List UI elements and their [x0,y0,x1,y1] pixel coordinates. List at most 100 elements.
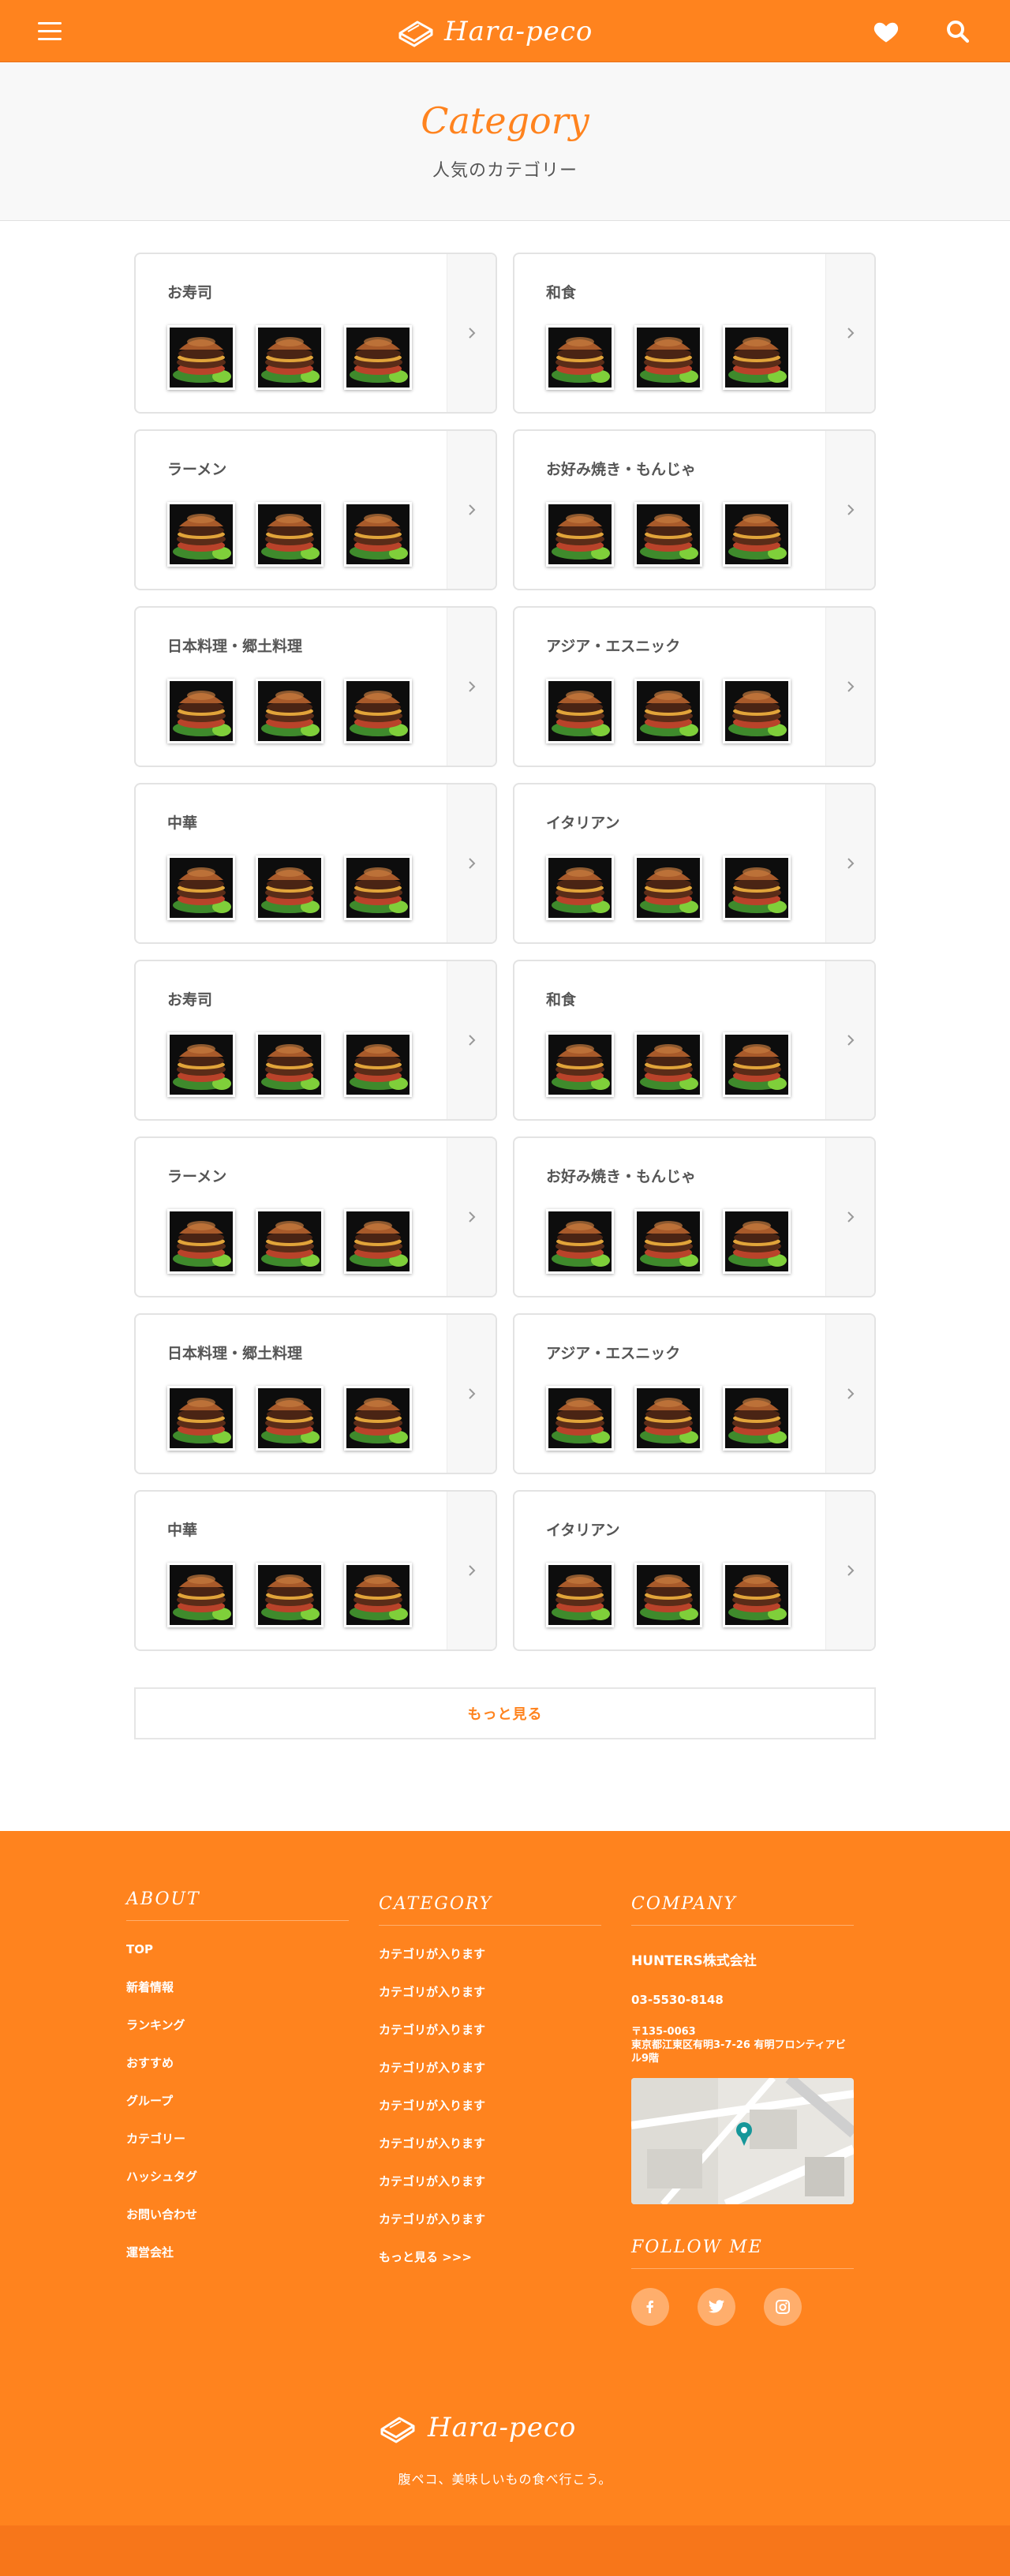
chevron-right-icon[interactable] [447,608,496,766]
footer-category-link[interactable]: カテゴリが入ります [379,2211,601,2249]
food-thumbnail [546,679,614,743]
footer-about-link[interactable]: カテゴリー [126,2131,349,2169]
chevron-right-icon[interactable] [825,1492,874,1649]
category-card[interactable]: 日本料理・郷土料理 [134,1313,497,1474]
facebook-icon[interactable] [631,2288,669,2326]
category-card[interactable]: 和食 [513,960,876,1121]
category-card[interactable]: 日本料理・郷土料理 [134,606,497,767]
category-card-title: お好み焼き・もんじゃ [546,1168,697,1185]
food-thumbnail [634,325,702,390]
footer-about-link[interactable]: 運営会社 [126,2245,349,2282]
footer-about-link[interactable]: 新着情報 [126,1979,349,2017]
chevron-right-icon[interactable] [825,254,874,412]
category-thumbnails [546,1386,791,1451]
category-card[interactable]: お寿司 [134,253,497,414]
footer-category-link[interactable]: カテゴリが入ります [379,2022,601,2060]
footer-company-heading: COMPANY [631,1894,854,1926]
food-thumbnail [256,1563,324,1627]
logo-text: Hara-peco [444,16,593,47]
chevron-right-icon[interactable] [825,431,874,589]
category-card[interactable]: ラーメン [134,429,497,590]
twitter-icon[interactable] [698,2288,735,2326]
food-thumbnail [167,1386,235,1451]
page-subtitle: 人気のカテゴリー [432,161,578,181]
category-card-title: アジア・エスニック [546,638,681,655]
chevron-right-icon[interactable] [825,608,874,766]
category-card[interactable]: お好み焼き・もんじゃ [513,1136,876,1297]
category-card[interactable]: イタリアン [513,783,876,944]
chevron-right-icon[interactable] [447,431,496,589]
category-card[interactable]: 中華 [134,1490,497,1651]
category-card[interactable]: 中華 [134,783,497,944]
search-icon[interactable] [944,17,972,46]
footer-about-link[interactable]: おすすめ [126,2055,349,2093]
company-map[interactable] [631,2078,854,2204]
category-card[interactable]: アジア・エスニック [513,1313,876,1474]
food-thumbnail [634,1386,702,1451]
category-card[interactable]: ラーメン [134,1136,497,1297]
footer-logo[interactable]: Hara-peco [379,2412,576,2443]
category-card[interactable]: アジア・エスニック [513,606,876,767]
chevron-right-icon[interactable] [825,961,874,1119]
category-thumbnails [167,856,412,920]
food-thumbnail [634,856,702,920]
food-thumbnail [256,1032,324,1097]
food-thumbnail [344,1032,412,1097]
category-card-title: お好み焼き・もんじゃ [546,461,697,478]
category-thumbnails [546,1563,791,1627]
chevron-right-icon[interactable] [447,1492,496,1649]
chevron-right-icon[interactable] [825,1315,874,1473]
chevron-right-icon[interactable] [447,784,496,942]
category-card-title: 和食 [546,991,577,1009]
footer-about-link[interactable]: TOP [126,1941,349,1979]
category-thumbnails [546,1209,791,1274]
heart-icon[interactable] [872,17,900,46]
chevron-right-icon[interactable] [825,1138,874,1296]
food-thumbnail [723,679,791,743]
footer-category-link[interactable]: カテゴリが入ります [379,2136,601,2174]
footer-about-link[interactable]: グループ [126,2093,349,2131]
hamburger-menu-icon[interactable] [38,21,63,43]
food-thumbnail [256,679,324,743]
category-card-title: ラーメン [167,1168,227,1185]
category-thumbnails [546,325,791,390]
food-thumbnail [634,502,702,567]
footer-category: CATEGORY カテゴリが入ります カテゴリが入ります カテゴリが入ります カテゴリ… [379,1894,601,2287]
footer-category-link[interactable]: カテゴリが入ります [379,2060,601,2098]
footer-about-link[interactable]: ハッシュタグ [126,2169,349,2207]
food-thumbnail [256,502,324,567]
chevron-right-icon[interactable] [447,1315,496,1473]
chevron-right-icon[interactable] [825,784,874,942]
footer-category-link[interactable]: カテゴリが入ります [379,1946,601,1984]
food-thumbnail [723,325,791,390]
category-thumbnails [546,502,791,567]
category-card-title: 中華 [167,1522,198,1539]
footer-about-link[interactable]: お問い合わせ [126,2207,349,2245]
footer-category-link[interactable]: カテゴリが入ります [379,2174,601,2211]
food-thumbnail [634,1032,702,1097]
footer-category-link[interactable]: もっと見る >>> [379,2249,601,2287]
category-card[interactable]: 和食 [513,253,876,414]
food-thumbnail [256,1209,324,1274]
category-card[interactable]: イタリアン [513,1490,876,1651]
category-card[interactable]: お寿司 [134,960,497,1121]
food-thumbnail [546,1209,614,1274]
footer-about-link[interactable]: ランキング [126,2017,349,2055]
more-button[interactable]: もっと見る [134,1687,876,1739]
site-logo[interactable]: Hara-peco [397,13,593,51]
chevron-right-icon[interactable] [447,1138,496,1296]
food-thumbnail [167,856,235,920]
instagram-icon[interactable] [764,2288,802,2326]
category-card[interactable]: お好み焼き・もんじゃ [513,429,876,590]
category-card-title: 日本料理・郷土料理 [167,1345,303,1362]
food-thumbnail [723,502,791,567]
footer-category-link[interactable]: カテゴリが入ります [379,1984,601,2022]
food-thumbnail [256,1386,324,1451]
food-thumbnail [344,1563,412,1627]
category-card-title: イタリアン [546,814,620,832]
footer-category-link[interactable]: カテゴリが入ります [379,2098,601,2136]
chevron-right-icon[interactable] [447,254,496,412]
chevron-right-icon[interactable] [447,961,496,1119]
food-thumbnail [344,502,412,567]
food-thumbnail [167,1563,235,1627]
